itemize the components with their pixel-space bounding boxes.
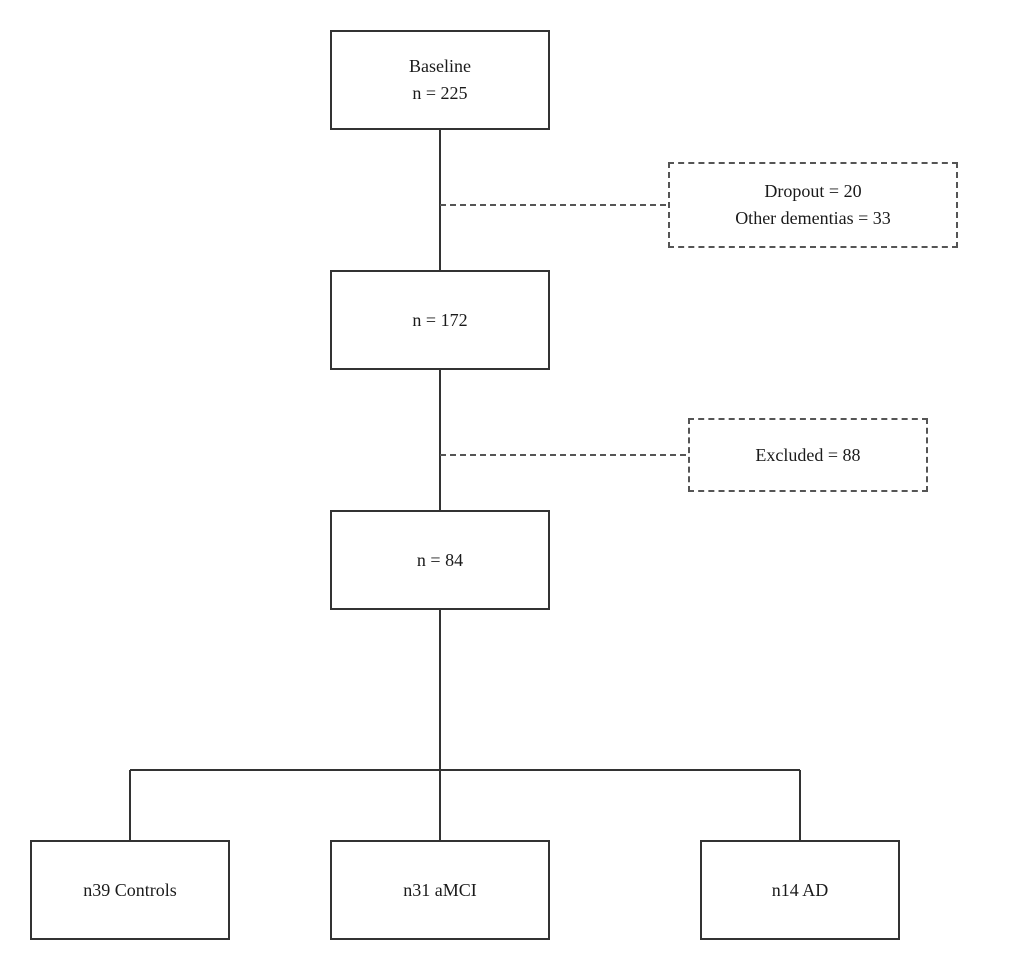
dropout-line1: Dropout = 20	[735, 178, 891, 205]
n172-box: n = 172	[330, 270, 550, 370]
excluded-label: Excluded = 88	[755, 442, 860, 469]
ad-label: n14 AD	[772, 877, 829, 904]
n84-label: n = 84	[417, 547, 463, 574]
dropout-line2: Other dementias = 33	[735, 205, 891, 232]
flowchart: Baseline n = 225 Dropout = 20 Other deme…	[0, 0, 1020, 980]
dropout-box: Dropout = 20 Other dementias = 33	[668, 162, 958, 248]
baseline-label-line1: Baseline	[409, 53, 471, 80]
n84-box: n = 84	[330, 510, 550, 610]
amci-box: n31 aMCI	[330, 840, 550, 940]
controls-label: n39 Controls	[83, 877, 177, 904]
ad-box: n14 AD	[700, 840, 900, 940]
amci-label: n31 aMCI	[403, 877, 477, 904]
baseline-label-line2: n = 225	[409, 80, 471, 107]
baseline-box: Baseline n = 225	[330, 30, 550, 130]
excluded-box: Excluded = 88	[688, 418, 928, 492]
controls-box: n39 Controls	[30, 840, 230, 940]
n172-label: n = 172	[412, 307, 467, 334]
